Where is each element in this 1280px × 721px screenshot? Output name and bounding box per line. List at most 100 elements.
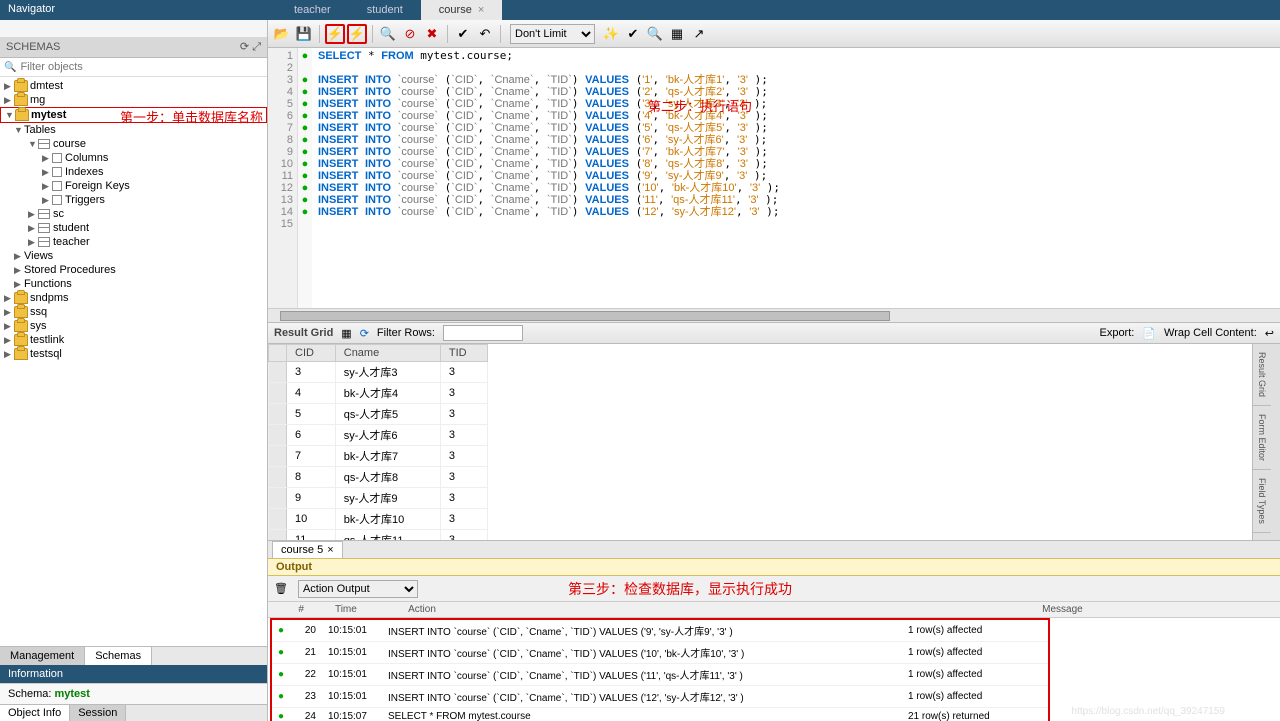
explain-icon[interactable]: 🔍 — [378, 24, 398, 44]
schemas-header: SCHEMAS ⟳ ⤢ — [0, 37, 267, 58]
tab-management[interactable]: Management — [0, 647, 85, 665]
export-icon[interactable]: ↗ — [689, 24, 709, 44]
folder-columns[interactable]: Columns — [0, 151, 267, 165]
open-icon[interactable]: 📂 — [272, 24, 292, 44]
annotation-step3: 第三步：检查数据库，显示执行成功 — [568, 579, 792, 599]
table-sc[interactable]: sc — [0, 207, 267, 221]
find-icon[interactable]: ✔ — [623, 24, 643, 44]
db-sndpms[interactable]: sndpms — [0, 291, 267, 305]
wrap-icon[interactable]: ↩ — [1265, 327, 1274, 340]
folder-triggers[interactable]: Triggers — [0, 193, 267, 207]
watermark: https://blog.csdn.net/qq_39247159 — [1072, 706, 1225, 717]
clear-icon[interactable]: 🗑 — [274, 582, 288, 595]
grid-icon[interactable]: ▦ — [341, 327, 351, 340]
editor-area: 📂 💾 ⚡ ⚡ 🔍 ⊘ ✖ ✔ ↶ Don't Limit ✨ ✔ 🔍 ▦ ↗ … — [268, 20, 1280, 721]
close-icon[interactable]: × — [478, 4, 484, 16]
execution-marks: ●●●●●●●●●●●●● — [298, 48, 312, 308]
filter-input[interactable] — [20, 61, 263, 73]
wrap-label: Wrap Cell Content: — [1164, 327, 1257, 339]
filter-box — [0, 58, 267, 77]
table-icon — [38, 139, 50, 149]
refresh-icon[interactable]: ⟳ ⤢ — [240, 40, 261, 54]
folder-views[interactable]: Views — [0, 249, 267, 263]
database-icon — [14, 80, 28, 92]
line-gutter: 123456789101112131415 — [268, 48, 298, 308]
table-icon — [38, 223, 50, 233]
close-icon[interactable]: × — [327, 544, 333, 556]
db-testsql[interactable]: testsql — [0, 347, 267, 361]
information-header: Information — [0, 665, 267, 683]
table-icon — [38, 209, 50, 219]
schema-value: mytest — [54, 688, 89, 700]
sql-code[interactable]: SELECT * FROM mytest.course; INSERT INTO… — [312, 48, 1280, 308]
tab-student[interactable]: student — [349, 0, 421, 20]
output-header: Output — [268, 558, 1280, 576]
filter-rows-input[interactable] — [443, 325, 523, 341]
sql-editor[interactable]: 123456789101112131415 ●●●●●●●●●●●●● SELE… — [268, 48, 1280, 308]
toggle-icon[interactable]: ▦ — [667, 24, 687, 44]
database-icon — [14, 334, 28, 346]
table-course[interactable]: course — [0, 137, 267, 151]
tab-session[interactable]: Session — [70, 705, 126, 721]
db-sys[interactable]: sys — [0, 319, 267, 333]
rollback-icon[interactable]: ↶ — [475, 24, 495, 44]
db-ssq[interactable]: ssq — [0, 305, 267, 319]
navigator-title: Navigator — [0, 0, 268, 17]
annotation-step2: 第二步：执行语句 — [648, 96, 752, 115]
folder-icon — [52, 181, 62, 191]
db-testlink[interactable]: testlink — [0, 333, 267, 347]
tab-object-info[interactable]: Object Info — [0, 705, 70, 721]
annotation-step1: 第一步：单击数据库名称 — [120, 107, 263, 126]
database-icon — [15, 109, 29, 121]
side-tab-field[interactable]: Field Types — [1253, 470, 1271, 533]
table-icon — [38, 237, 50, 247]
beautify-icon[interactable]: ✨ — [601, 24, 621, 44]
side-tab-query[interactable]: Query Stats — [1253, 533, 1271, 540]
execute-icon[interactable]: ⚡ — [325, 24, 345, 44]
execute-current-icon[interactable]: ⚡ — [347, 24, 367, 44]
database-icon — [14, 292, 28, 304]
search2-icon[interactable]: 🔍 — [645, 24, 665, 44]
export-label: Export: — [1099, 327, 1134, 339]
result-toolbar: Result Grid ▦ ⟳ Filter Rows: Export: 📄 W… — [268, 322, 1280, 344]
result-tab-course5[interactable]: course 5× — [272, 541, 343, 558]
refresh-icon[interactable]: ⟳ — [360, 327, 369, 340]
schema-label: Schema: — [8, 688, 54, 700]
folder-sprocs[interactable]: Stored Procedures — [0, 263, 267, 277]
tab-teacher[interactable]: teacher — [276, 0, 349, 20]
output-grid[interactable]: #TimeActionMessage ●2010:15:01INSERT INT… — [268, 602, 1280, 721]
db-dmtest[interactable]: dmtest — [0, 79, 267, 93]
database-icon — [14, 306, 28, 318]
schema-tree[interactable]: dmtest mg mytest Tables course Columns I… — [0, 77, 267, 646]
export-icon[interactable]: 📄 — [1142, 327, 1156, 340]
table-teacher[interactable]: teacher — [0, 235, 267, 249]
db-mg[interactable]: mg — [0, 93, 267, 107]
limit-select[interactable]: Don't Limit — [510, 24, 595, 44]
folder-indexes[interactable]: Indexes — [0, 165, 267, 179]
action-output-select[interactable]: Action Output — [298, 580, 418, 598]
stop-icon[interactable]: ⊘ — [400, 24, 420, 44]
output-highlight-box: ●2010:15:01INSERT INTO `course` (`CID`, … — [270, 618, 1050, 721]
tab-course[interactable]: course× — [421, 0, 502, 20]
result-side-tabs: Result Grid Form Editor Field Types Quer… — [1252, 344, 1280, 540]
editor-scrollbar[interactable] — [268, 308, 1280, 322]
table-student[interactable]: student — [0, 221, 267, 235]
folder-icon — [52, 153, 62, 163]
tab-schemas[interactable]: Schemas — [85, 647, 152, 665]
folder-functions[interactable]: Functions — [0, 277, 267, 291]
schemas-label: SCHEMAS — [6, 41, 60, 53]
folder-fkeys[interactable]: Foreign Keys — [0, 179, 267, 193]
nav-bottom-tabs: Management Schemas — [0, 646, 267, 665]
scroll-thumb[interactable] — [280, 311, 890, 321]
commit-icon[interactable]: ✔ — [453, 24, 473, 44]
stop2-icon[interactable]: ✖ — [422, 24, 442, 44]
info-tabs: Object Info Session — [0, 704, 267, 721]
database-icon — [14, 348, 28, 360]
result-grid-label: Result Grid — [274, 327, 333, 339]
database-icon — [14, 320, 28, 332]
save-icon[interactable]: 💾 — [294, 24, 314, 44]
side-tab-form[interactable]: Form Editor — [1253, 406, 1271, 470]
result-grid[interactable]: CIDCnameTID3sy-人才库334bk-人才库435qs-人才库536s… — [268, 344, 1280, 540]
filter-rows-label: Filter Rows: — [377, 327, 435, 339]
side-tab-result[interactable]: Result Grid — [1253, 344, 1271, 406]
